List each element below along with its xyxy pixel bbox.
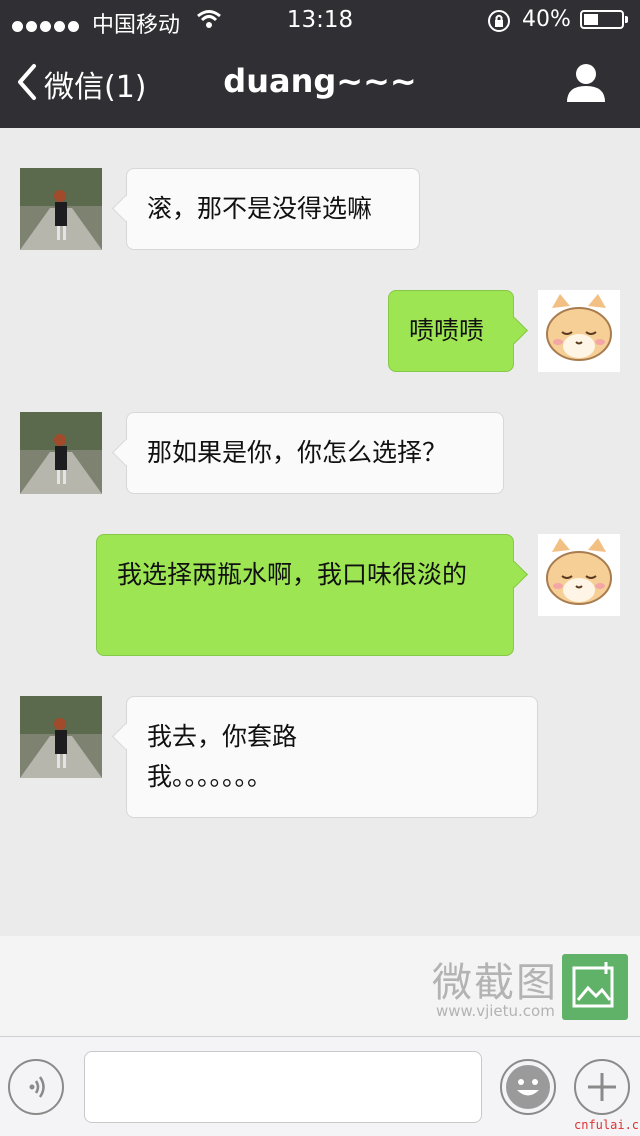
battery-icon (580, 10, 628, 29)
message-input[interactable] (84, 1051, 482, 1123)
voice-input-button[interactable] (8, 1059, 64, 1115)
message-row: 滚，那不是没得选嘛 (0, 168, 640, 250)
watermark-title: 微截图 (432, 960, 558, 1006)
contact-avatar[interactable] (20, 168, 102, 250)
message-text: 那如果是你，你怎么选择？ (147, 438, 448, 467)
person-icon (566, 64, 606, 106)
message-row: 我去，你套路 我。。。。。。。 (0, 696, 640, 818)
chat-input-bar (0, 1036, 640, 1136)
my-avatar[interactable] (538, 534, 620, 616)
contact-avatar[interactable] (20, 412, 102, 494)
message-row: 我选择两瓶水啊，我口味很淡的 (0, 534, 640, 656)
message-row: 啧啧啧 (0, 290, 640, 372)
voice-icon (10, 1076, 62, 1117)
corner-watermark: cnfulai.cn (574, 1118, 640, 1132)
chat-title: duang~~~ (223, 62, 417, 100)
navigation-bar: 微信(1) duang~~~ (0, 40, 640, 128)
contact-profile-button[interactable] (566, 62, 614, 106)
my-avatar[interactable] (538, 290, 620, 372)
watermark-banner: 微截图 www.vjietu.com (0, 936, 640, 1036)
plus-icon (576, 1073, 628, 1117)
watermark-url: www.vjietu.com (436, 1002, 555, 1020)
message-text: 滚，那不是没得选嘛 (147, 194, 373, 223)
watermark-logo-icon (562, 954, 628, 1020)
message-text: 我选择两瓶水啊，我口味很淡的 (117, 560, 468, 589)
incoming-message-bubble[interactable]: 滚，那不是没得选嘛 (126, 168, 420, 250)
battery-percentage: 40% (522, 7, 571, 32)
rotation-lock-icon (486, 8, 512, 40)
outgoing-message-bubble[interactable]: 啧啧啧 (388, 290, 514, 372)
incoming-message-bubble[interactable]: 我去，你套路 我。。。。。。。 (126, 696, 538, 818)
smiley-icon (502, 1065, 554, 1117)
emoji-button[interactable] (500, 1059, 556, 1115)
message-text: 我去，你套路 我。。。。。。。 (147, 722, 298, 791)
message-row: 那如果是你，你怎么选择？ (0, 412, 640, 494)
outgoing-message-bubble[interactable]: 我选择两瓶水啊，我口味很淡的 (96, 534, 514, 656)
contact-avatar[interactable] (20, 696, 102, 778)
status-bar: 中国移动 13:18 40% (0, 0, 640, 40)
more-options-button[interactable] (574, 1059, 630, 1115)
message-text: 啧啧啧 (409, 316, 485, 345)
incoming-message-bubble[interactable]: 那如果是你，你怎么选择？ (126, 412, 504, 494)
